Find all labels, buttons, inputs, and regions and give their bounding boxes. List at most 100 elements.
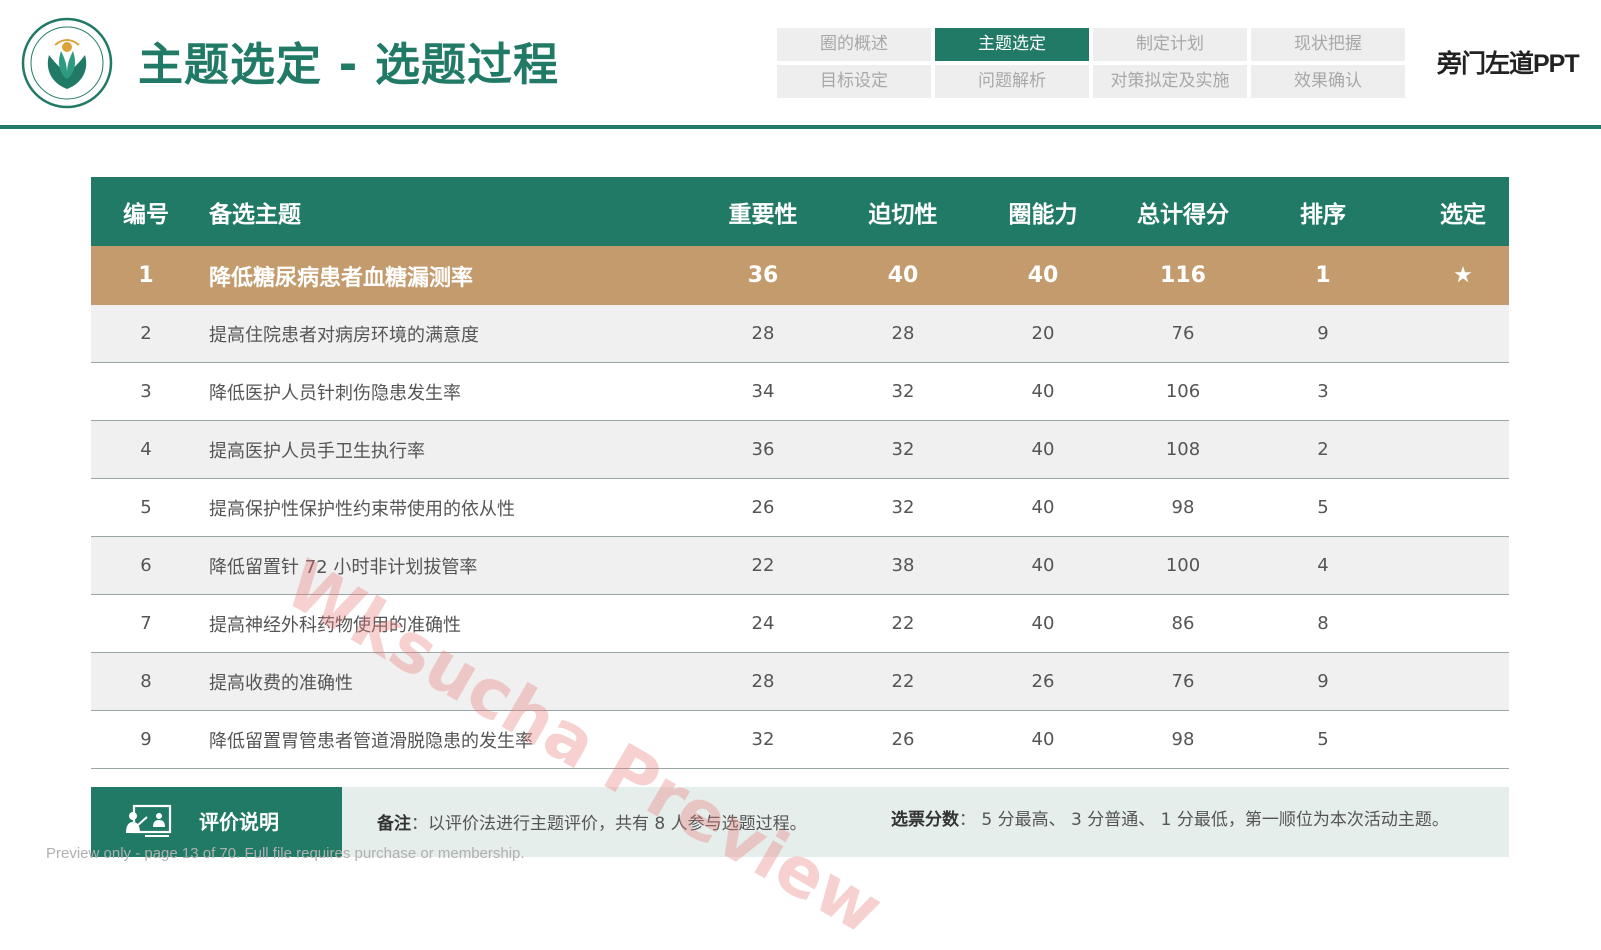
brand-logo-text: 旁门左道PPT <box>1437 50 1580 78</box>
cell-importance: 28 <box>751 323 775 344</box>
preview-note: Preview only - page 13 of 70. Full file … <box>46 845 525 862</box>
topic-selection-table: 编号 备选主题 重要性 迫切性 圈能力 总计得分 排序 选定 1 降低糖尿病患者… <box>91 177 1509 769</box>
header-no: 编号 <box>123 201 169 228</box>
header-total: 总计得分 <box>1137 201 1229 228</box>
cell-total: 100 <box>1165 555 1201 576</box>
cell-importance: 22 <box>751 555 775 576</box>
header-capability: 圈能力 <box>1008 201 1078 228</box>
cell-no: 6 <box>140 555 152 576</box>
cell-importance: 26 <box>751 497 775 518</box>
cell-selected <box>1393 305 1533 362</box>
cell-urgency: 32 <box>891 497 915 518</box>
cell-capability: 40 <box>1031 729 1055 750</box>
cell-total: 76 <box>1171 671 1195 692</box>
table-row: 8 提高收费的准确性 28 22 26 76 9 <box>91 653 1509 711</box>
note-remark-key: 备注 <box>377 814 411 834</box>
header-urgency: 迫切性 <box>868 201 938 228</box>
cell-selected <box>1393 537 1533 594</box>
cell-topic: 提高住院患者对病房环境的满意度 <box>209 324 479 346</box>
cell-no: 9 <box>140 729 152 750</box>
cell-urgency: 26 <box>891 729 915 750</box>
cell-selected <box>1393 479 1533 536</box>
table-row: 9 降低留置胃管患者管道滑脱隐患的发生率 32 26 40 98 5 <box>91 711 1509 769</box>
cell-importance: 32 <box>751 729 775 750</box>
table-header-row: 编号 备选主题 重要性 迫切性 圈能力 总计得分 排序 选定 <box>91 177 1509 246</box>
cell-selected <box>1393 595 1533 652</box>
header-rank: 排序 <box>1300 201 1346 228</box>
nav-tab-countermeasures[interactable]: 对策拟定及实施 <box>1093 65 1247 98</box>
cell-rank: 4 <box>1317 555 1329 576</box>
cell-no: 5 <box>140 497 152 518</box>
table-row: 3 降低医护人员针刺伤隐患发生率 34 32 40 106 3 <box>91 363 1509 421</box>
cell-total: 108 <box>1165 439 1201 460</box>
circle-logo-icon <box>21 17 113 109</box>
cell-importance: 36 <box>751 439 775 460</box>
cell-importance: 36 <box>747 263 779 288</box>
nav-tab-status[interactable]: 现状把握 <box>1251 28 1405 61</box>
cell-capability: 40 <box>1031 555 1055 576</box>
cell-rank: 8 <box>1317 613 1329 634</box>
cell-rank: 9 <box>1317 671 1329 692</box>
cell-capability: 26 <box>1031 671 1055 692</box>
cell-topic: 提高保护性保护性约束带使用的依从性 <box>209 498 515 520</box>
nav-tab-effect[interactable]: 效果确认 <box>1251 65 1405 98</box>
cell-capability: 40 <box>1031 381 1055 402</box>
cell-urgency: 38 <box>891 555 915 576</box>
cell-total: 76 <box>1171 323 1195 344</box>
cell-urgency: 28 <box>891 323 915 344</box>
cell-importance: 34 <box>751 381 775 402</box>
cell-rank: 5 <box>1317 497 1329 518</box>
note-scoring-key: 选票分数 <box>891 810 959 830</box>
cell-total: 106 <box>1165 381 1201 402</box>
cell-urgency: 22 <box>891 671 915 692</box>
nav-tab-plan[interactable]: 制定计划 <box>1093 28 1247 61</box>
cell-rank: 2 <box>1317 439 1329 460</box>
cell-topic: 提高医护人员手卫生执行率 <box>209 440 425 462</box>
cell-importance: 28 <box>751 671 775 692</box>
cell-urgency: 32 <box>891 381 915 402</box>
cell-urgency: 32 <box>891 439 915 460</box>
nav-tab-topic-selection[interactable]: 主题选定 <box>935 28 1089 61</box>
cell-total: 116 <box>1160 263 1206 288</box>
nav-tab-goal[interactable]: 目标设定 <box>777 65 931 98</box>
cell-no: 7 <box>140 613 152 634</box>
header-topic: 备选主题 <box>209 201 301 228</box>
table-row: 2 提高住院患者对病房环境的满意度 28 28 20 76 9 <box>91 305 1509 363</box>
table-row-selected: 1 降低糖尿病患者血糖漏测率 36 40 40 116 1 ★ <box>91 246 1509 305</box>
cell-rank: 3 <box>1317 381 1329 402</box>
cell-topic: 降低糖尿病患者血糖漏测率 <box>209 265 474 291</box>
header-selected: 选定 <box>1440 201 1486 228</box>
cell-rank: 1 <box>1315 263 1331 288</box>
cell-rank: 9 <box>1317 323 1329 344</box>
cell-rank: 5 <box>1317 729 1329 750</box>
cell-topic: 降低医护人员针刺伤隐患发生率 <box>209 382 461 404</box>
header-importance: 重要性 <box>728 201 798 228</box>
cell-capability: 40 <box>1031 613 1055 634</box>
cell-no: 2 <box>140 323 152 344</box>
cell-no: 8 <box>140 671 152 692</box>
cell-total: 98 <box>1171 729 1195 750</box>
table-row: 4 提高医护人员手卫生执行率 36 32 40 108 2 <box>91 421 1509 479</box>
cell-no: 3 <box>140 381 152 402</box>
page-title: 主题选定 - 选题过程 <box>138 38 560 91</box>
slide-header: 主题选定 - 选题过程 圈的概述 主题选定 制定计划 现状把握 目标设定 问题解… <box>0 0 1601 126</box>
nav-tab-analysis[interactable]: 问题解析 <box>935 65 1089 98</box>
cell-no: 4 <box>140 439 152 460</box>
note-scoring-text: ： 5 分最高、 3 分普通、 1 分最低，第一顺位为本次活动主题。 <box>959 810 1449 830</box>
cell-capability: 40 <box>1031 497 1055 518</box>
nav-tab-overview[interactable]: 圈的概述 <box>777 28 931 61</box>
cell-capability: 20 <box>1031 323 1055 344</box>
cell-selected <box>1393 711 1533 768</box>
star-icon: ★ <box>1453 263 1473 288</box>
section-nav: 圈的概述 主题选定 制定计划 现状把握 目标设定 问题解析 对策拟定及实施 效果… <box>777 28 1407 99</box>
cell-capability: 40 <box>1027 263 1059 288</box>
cell-urgency: 40 <box>887 263 919 288</box>
presentation-board-icon <box>126 804 172 837</box>
cell-total: 98 <box>1171 497 1195 518</box>
cell-no: 1 <box>138 263 154 288</box>
cell-capability: 40 <box>1031 439 1055 460</box>
cell-selected <box>1393 421 1533 478</box>
cell-importance: 24 <box>751 613 775 634</box>
header-divider <box>0 125 1601 129</box>
cell-urgency: 22 <box>891 613 915 634</box>
